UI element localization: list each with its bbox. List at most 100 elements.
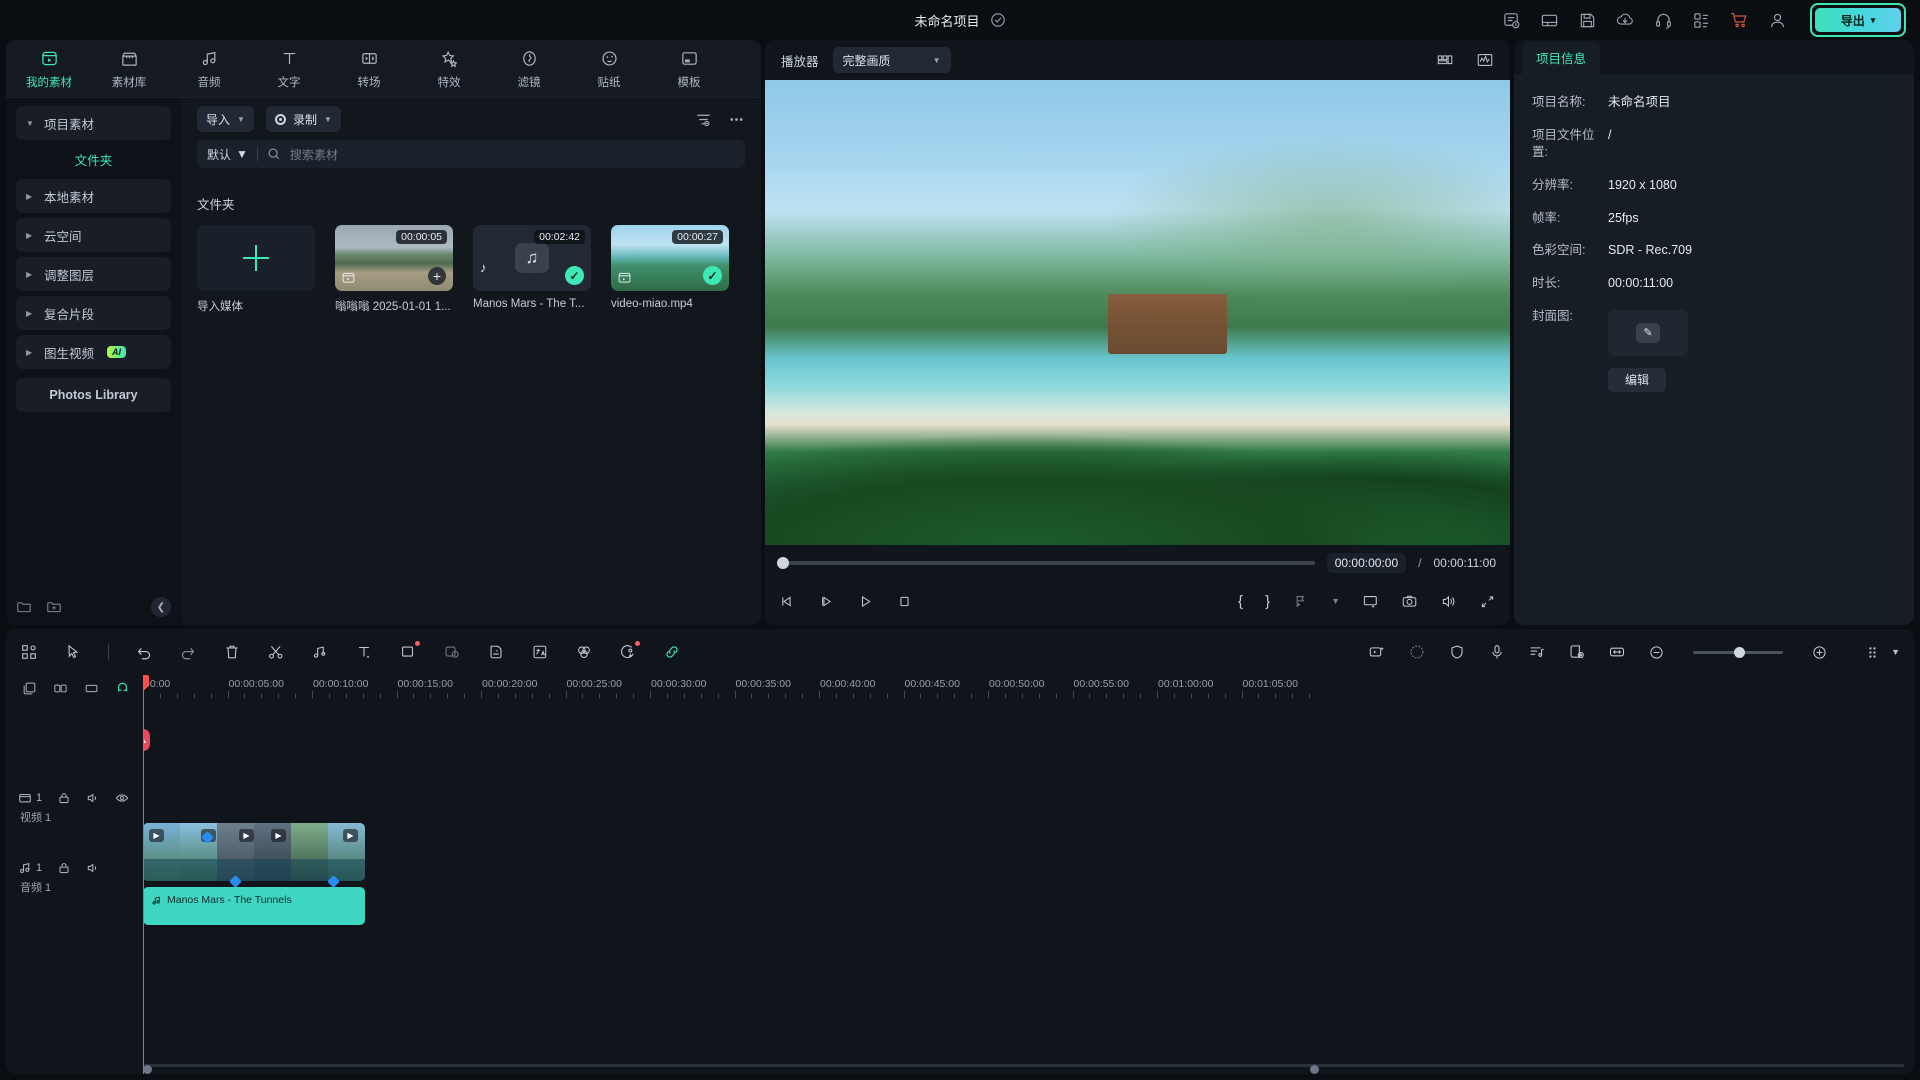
previous-frame-button[interactable] [779,593,796,610]
select-tool-icon[interactable] [64,643,82,661]
sidebar-item-image-to-video[interactable]: ▶ 图生视频 AI [16,335,171,369]
delete-button[interactable] [223,643,241,661]
fullscreen-icon[interactable] [1479,593,1496,610]
sidebar-item-photos-library[interactable]: Photos Library [16,378,171,412]
account-icon[interactable] [1766,9,1788,31]
fit-screen-icon[interactable] [1362,593,1379,610]
layout-grid-icon[interactable] [20,643,38,661]
zoom-in-button[interactable] [1811,644,1828,661]
scope-waveform-icon[interactable] [1476,51,1494,69]
translate-button[interactable] [531,643,549,661]
sort-select[interactable]: 默认 ▼ [207,146,248,163]
project-notes-icon[interactable] [1500,9,1522,31]
media-thumb[interactable]: 00:00:27 ✓ [611,225,729,291]
zoom-out-button[interactable] [1648,644,1665,661]
tab-sticker[interactable]: 贴纸 [586,48,632,90]
scroll-track[interactable] [143,1064,1904,1074]
sidebar-item-local-media[interactable]: ▶ 本地素材 [16,179,171,213]
volume-icon[interactable] [1440,593,1457,610]
timeline-tracks-area[interactable]: 00:00 00:00:05:00 00:00:10:00 00:00:15:00 00… [143,675,1914,1074]
seek-bar[interactable] [777,557,1315,569]
project-title[interactable]: 未命名项目 [914,11,979,30]
grid-view-icon[interactable] [1436,51,1454,69]
import-button[interactable]: 导入 ▼ [197,106,254,132]
collapse-sidebar-button[interactable]: ❮ [151,597,171,617]
microphone-icon[interactable] [1488,643,1506,661]
tab-my-media[interactable]: 我的素材 [26,48,72,90]
undo-button[interactable] [135,643,153,661]
add-text-button[interactable] [355,643,373,661]
chevron-down-icon[interactable]: ▼ [1891,647,1900,657]
sidebar-item-project-media[interactable]: ▼ 项目素材 [16,106,171,140]
tab-project-info[interactable]: 项目信息 [1522,41,1601,74]
layout-icon[interactable] [1538,9,1560,31]
snapshot-camera-icon[interactable] [1401,593,1418,610]
tab-transition[interactable]: 转场 [346,48,392,90]
media-thumb[interactable]: 00:00:05 + [335,225,453,291]
saved-check-icon[interactable] [990,12,1006,28]
scroll-knob-left[interactable] [143,1065,152,1074]
lock-icon[interactable] [57,861,71,875]
redo-button[interactable] [179,643,197,661]
smart-cutout-icon[interactable] [1368,643,1386,661]
export-button[interactable]: 导出 ▾ [1815,8,1901,32]
tab-audio[interactable]: 音频 [186,48,232,90]
scroll-knob-right[interactable] [1310,1065,1319,1074]
add-track-icon[interactable] [22,681,37,696]
apps-grid-icon[interactable] [1690,9,1712,31]
timeline-clip-video[interactable]: ▶ ▶ ▶ ▶ ▶ [143,823,365,881]
shield-icon[interactable] [1448,643,1466,661]
media-item-video-2[interactable]: 00:00:27 ✓ video-miao.mp4 [611,225,729,314]
tab-filter[interactable]: 滤镜 [506,48,552,90]
fit-timeline-icon[interactable] [1608,643,1626,661]
timeline-clip-audio[interactable]: Manos Mars - The Tunnels [143,887,365,925]
tab-effects[interactable]: 特效 [426,48,472,90]
seek-knob[interactable] [777,557,789,569]
sidebar-item-cloud[interactable]: ▶ 云空间 [16,218,171,252]
media-item-video-1[interactable]: 00:00:05 + 嗡嗡嗡 2025-01-01 1... [335,225,453,314]
import-media-thumb[interactable] [197,225,315,291]
media-item-audio[interactable]: 00:02:42 ♫ ♪ ✓ Manos Mars - The T... [473,225,591,314]
tab-text[interactable]: 文字 [266,48,312,90]
mark-in-button[interactable]: { [1238,593,1243,610]
more-options-icon[interactable] [728,111,745,128]
cloud-upload-icon[interactable] [1614,9,1636,31]
save-icon[interactable] [1576,9,1598,31]
audio-mixer-icon[interactable] [1528,643,1546,661]
record-button[interactable]: 录制 ▼ [265,106,341,132]
playhead[interactable] [143,675,149,1074]
sidebar-item-folder[interactable]: 文件夹 [16,145,171,173]
zoom-slider-knob[interactable] [1734,646,1746,658]
timeline-horizontal-scroll[interactable] [6,1060,1914,1074]
lock-icon[interactable] [57,791,71,805]
folder-add-icon[interactable] [46,599,62,615]
new-folder-icon[interactable] [16,599,32,615]
add-to-timeline-button[interactable]: + [428,267,446,285]
video-stage[interactable] [765,80,1510,545]
visibility-eye-icon[interactable] [115,791,129,805]
timeline-ruler[interactable]: 00:00 00:00:05:00 00:00:10:00 00:00:15:00 00… [143,675,1914,701]
tab-stock-library[interactable]: 素材库 [106,48,152,90]
track-options-icon[interactable] [1866,644,1883,661]
mask-button[interactable] [443,643,461,661]
mute-icon[interactable] [86,861,100,875]
record-voiceover-icon[interactable] [1408,643,1426,661]
mark-out-button[interactable]: } [1265,593,1270,610]
sidebar-item-compound-clip[interactable]: ▶ 复合片段 [16,296,171,330]
ai-audio-button[interactable] [619,641,640,661]
sidebar-item-adjust-layer[interactable]: ▶ 调整图层 [16,257,171,291]
info-value[interactable]: / [1608,127,1611,161]
cover-thumbnail[interactable]: ✎ [1608,310,1688,357]
split-scissors-button[interactable] [267,643,285,661]
tab-template[interactable]: 模板 [666,48,712,90]
group-clips-icon[interactable] [53,681,68,696]
media-item-import[interactable]: 导入媒体 [197,225,315,314]
search-bar[interactable]: 默认 ▼ 搜索素材 [197,140,745,168]
green-screen-icon[interactable] [1568,643,1586,661]
color-match-button[interactable] [575,643,593,661]
mute-icon[interactable] [86,791,100,805]
timeline-marker[interactable]: ▲ [143,729,150,751]
headset-support-icon[interactable] [1652,9,1674,31]
media-thumb[interactable]: 00:02:42 ♫ ♪ ✓ [473,225,591,291]
filter-list-icon[interactable] [695,111,712,128]
